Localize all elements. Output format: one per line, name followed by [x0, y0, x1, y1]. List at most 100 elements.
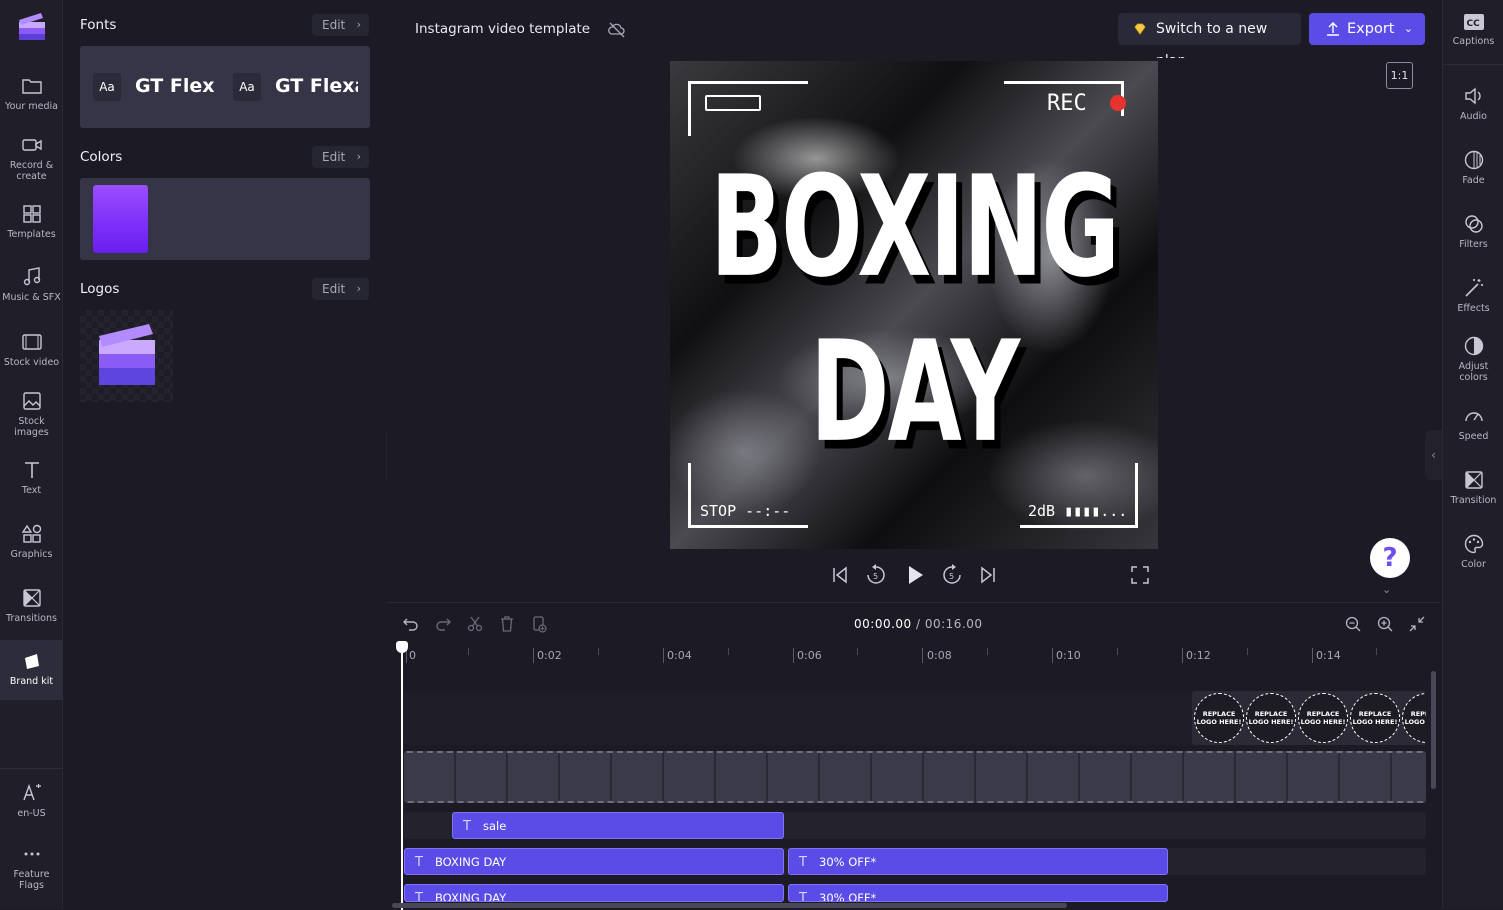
ruler-tick [598, 648, 599, 655]
duplicate-icon[interactable] [530, 615, 548, 633]
text-icon: T [415, 891, 423, 902]
rail-label: Feature Flags [13, 869, 50, 891]
transition-icon [1464, 471, 1483, 489]
aspect-ratio-button[interactable]: 1:1 [1386, 62, 1413, 89]
app-logo[interactable] [0, 10, 63, 50]
ruler-label: 0:12 [1186, 649, 1211, 662]
rail-language[interactable]: en-US [0, 782, 63, 822]
logos-edit-button[interactable]: Edit › [312, 278, 369, 300]
headline-line-2: DAY [809, 310, 1020, 474]
rail-graphics[interactable]: Graphics [0, 523, 63, 563]
skip-to-end-icon[interactable] [977, 564, 999, 586]
video-preview[interactable]: REC BOXING DAY STOP --:-- 2dB ▮▮▮▮... [670, 61, 1158, 549]
language-icon [22, 783, 41, 801]
playhead-line[interactable] [401, 651, 403, 910]
chevron-right-icon: › [356, 282, 361, 295]
zoom-in-icon[interactable] [1376, 615, 1394, 633]
rail-transitions[interactable]: Transitions [0, 587, 63, 627]
fullscreen-icon[interactable] [1130, 565, 1150, 585]
collapse-right-panel-button[interactable]: ‹ [1425, 430, 1442, 480]
rewind-5s-icon[interactable]: 5 [864, 563, 888, 587]
rail-speed[interactable]: Speed [1443, 405, 1503, 442]
help-button[interactable]: ? [1370, 538, 1410, 578]
rail-adjust-colors[interactable]: Adjust colors [1443, 335, 1503, 383]
logo-thumbnail[interactable] [80, 310, 173, 402]
fonts-edit-button[interactable]: Edit › [312, 14, 369, 36]
font-name-1[interactable]: GT Flex [135, 75, 217, 97]
text-icon: T [463, 819, 471, 834]
rail-fade[interactable]: Fade [1443, 149, 1503, 186]
text-clip-30-off-2[interactable]: T 30% OFF* [788, 884, 1168, 902]
text-clip-sale[interactable]: T sale [452, 812, 784, 839]
speaker-icon [1464, 87, 1481, 105]
project-title[interactable]: Instagram video template [415, 21, 590, 37]
total-time: / 00:16.00 [916, 617, 983, 631]
font-sample-2[interactable]: Aa [233, 73, 261, 101]
font-sample-1[interactable]: Aa [93, 73, 121, 101]
text-icon: T [799, 855, 807, 870]
cloud-off-icon[interactable] [608, 21, 626, 39]
text-clip-boxing-day[interactable]: T BOXING DAY [404, 848, 784, 875]
ruler-tick [728, 648, 729, 655]
text-clip-30-off[interactable]: T 30% OFF* [788, 848, 1168, 875]
video-clip[interactable] [404, 751, 1426, 803]
ruler-tick [793, 648, 794, 663]
current-time: 00:00.00 [854, 617, 912, 631]
fit-timeline-icon[interactable] [1408, 615, 1426, 633]
text-clip-boxing-day-2[interactable]: T BOXING DAY [404, 884, 784, 902]
brand-color-swatch[interactable] [93, 185, 148, 253]
rail-divider [0, 768, 63, 769]
export-button[interactable]: Export ⌄ [1309, 13, 1425, 45]
rail-transition[interactable]: Transition [1443, 469, 1503, 506]
rail-text[interactable]: Text [0, 459, 63, 499]
switch-plan-button[interactable]: Switch to a new plan [1118, 13, 1301, 69]
rail-filters[interactable]: Filters [1443, 213, 1503, 250]
svg-text:5: 5 [873, 572, 878, 581]
rail-label: Record & create [9, 160, 54, 182]
rail-record-create[interactable]: Record & create [0, 134, 63, 184]
clipchamp-logo-icon [99, 324, 155, 385]
folder-icon [21, 79, 42, 94]
chevron-down-icon[interactable]: ⌄ [1382, 583, 1391, 596]
play-icon[interactable] [903, 563, 927, 587]
horizontal-scrollbar[interactable] [392, 903, 1067, 908]
skip-to-start-icon[interactable] [829, 564, 851, 586]
rail-feature-flags[interactable]: Feature Flags [0, 843, 63, 893]
chevron-right-icon: › [356, 150, 361, 163]
redo-icon[interactable] [434, 615, 452, 633]
trash-icon[interactable] [498, 615, 516, 633]
rail-label: Brand kit [9, 676, 54, 687]
camera-icon [21, 139, 42, 151]
vertical-scrollbar[interactable] [1431, 671, 1436, 789]
logo-clip[interactable]: REPLACE LOGO HERE! REPLACE LOGO HERE! RE… [1192, 691, 1426, 745]
rail-label: Templates [7, 229, 56, 240]
rail-color[interactable]: Color [1443, 533, 1503, 570]
text-icon: T [415, 855, 423, 870]
font-name-2[interactable]: GT Flexa [275, 75, 358, 97]
rail-brand-kit[interactable]: Brand kit [0, 640, 63, 700]
upload-icon [1327, 22, 1339, 36]
rail-effects[interactable]: Effects [1443, 277, 1503, 314]
scissors-icon[interactable] [466, 615, 484, 633]
ruler-label: 0 [409, 649, 416, 662]
colors-edit-button[interactable]: Edit › [312, 146, 369, 168]
rail-music-sfx[interactable]: Music & SFX [0, 266, 63, 306]
rail-your-media[interactable]: Your media [0, 75, 63, 115]
logo-placeholder: REPLACE LOGO HERE! [1350, 693, 1400, 743]
left-rail: Your media Record & create Templates Mus… [0, 0, 63, 909]
ruler-tick [1182, 648, 1183, 663]
rail-audio[interactable]: Audio [1443, 85, 1503, 122]
ruler-label: 0:02 [537, 649, 562, 662]
fade-icon [1464, 150, 1483, 170]
undo-icon[interactable] [402, 615, 420, 633]
rail-templates[interactable]: Templates [0, 203, 63, 243]
headline-line-1: BOXING [709, 145, 1120, 309]
rail-stock-images[interactable]: Stock images [0, 390, 63, 440]
rail-stock-video[interactable]: Stock video [0, 331, 63, 371]
ruler-tick [1376, 648, 1377, 655]
music-icon [23, 267, 40, 286]
svg-text:5: 5 [949, 572, 954, 581]
rail-captions[interactable]: CC Captions [1443, 12, 1503, 47]
forward-5s-icon[interactable]: 5 [940, 563, 964, 587]
zoom-out-icon[interactable] [1344, 615, 1362, 633]
